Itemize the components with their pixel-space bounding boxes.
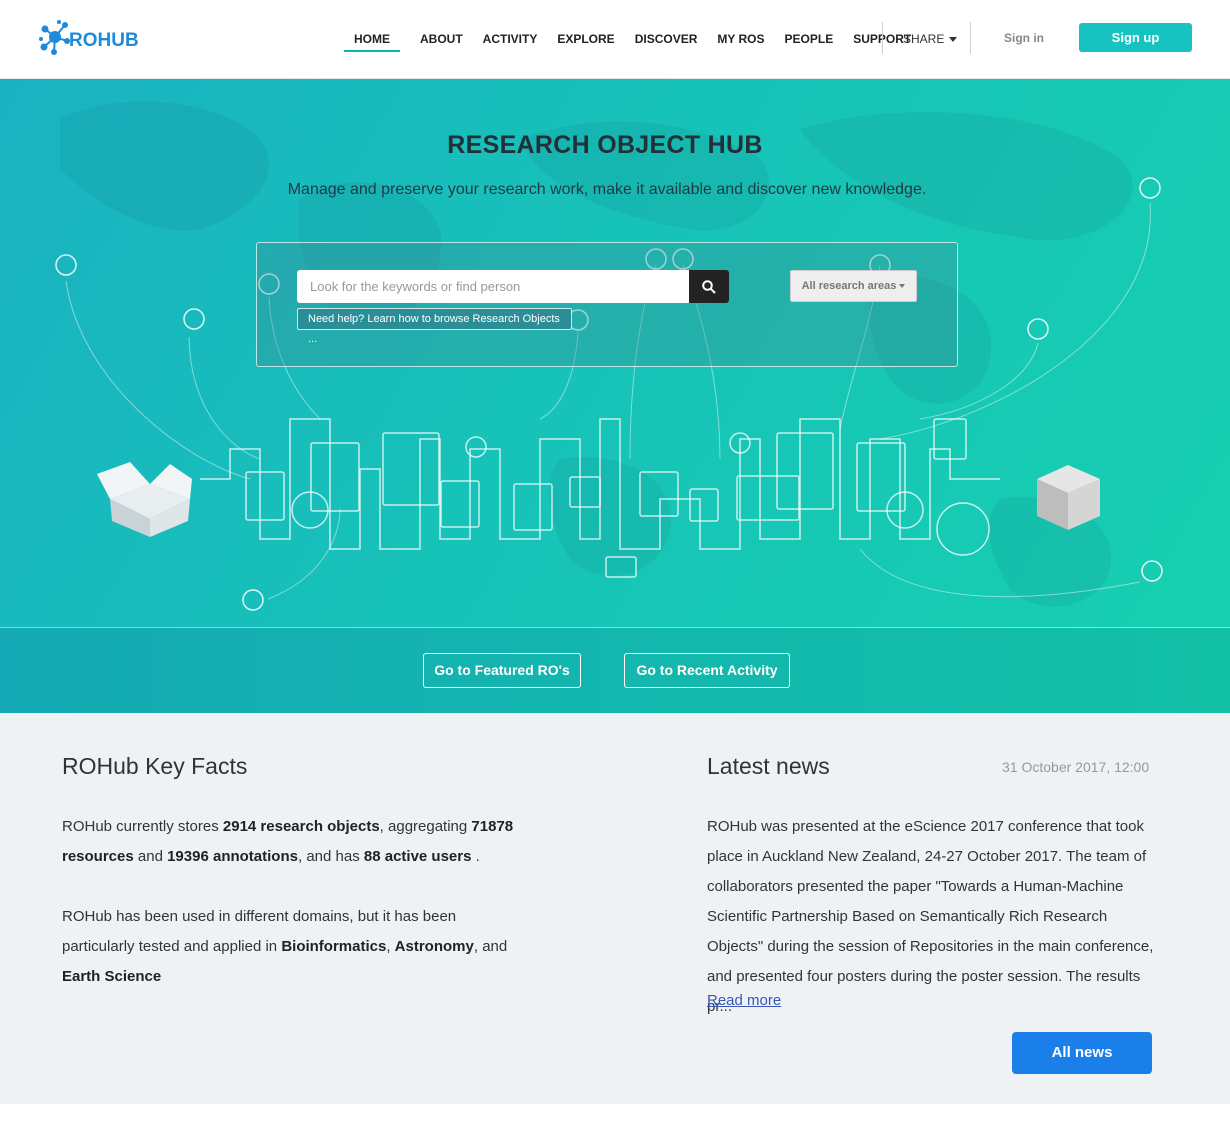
key-facts-domains: ROHub has been used in different domains… [62,902,522,992]
latest-news-title: Latest news [707,753,830,779]
featured-ros-button[interactable]: Go to Featured RO's [423,653,581,688]
nav-activity[interactable]: ACTIVITY [483,0,538,78]
domain-astronomy: Astronomy [394,938,474,955]
top-header: ROHUB HOME ABOUT ACTIVITY EXPLORE DISCOV… [0,0,1230,79]
facts-text: , and has [297,848,364,865]
main-nav: HOME ABOUT ACTIVITY EXPLORE DISCOVER MY … [344,0,931,78]
nav-home[interactable]: HOME [344,0,400,78]
caret-down-icon [899,284,906,289]
browse-help-link[interactable]: Need help? Learn how to browse Research … [297,308,572,345]
recent-activity-button[interactable]: Go to Recent Activity [624,653,790,688]
signin-link[interactable]: Sign in [1004,0,1044,78]
facts-text: , aggregating [379,818,472,835]
nav-explore[interactable]: EXPLORE [557,0,614,78]
logo-text: ROHUB [69,30,139,51]
hero-title: RESEARCH OBJECT HUB [447,131,763,159]
facts-text: . [471,848,480,865]
cta-band: Go to Featured RO's Go to Recent Activit… [0,627,1230,713]
share-label: SHARE [903,32,945,46]
rohub-logo[interactable]: ROHUB [37,17,139,59]
signup-button[interactable]: Sign up [1079,23,1192,52]
nav-divider [882,22,883,54]
search-input[interactable]: Look for the keywords or find person [297,270,689,303]
annotations-count: 19396 annotations [167,848,298,865]
nav-divider [970,22,971,54]
domain-earth-science: Earth Science [62,968,162,985]
key-facts-title: ROHub Key Facts [62,753,248,779]
facts-text: and [133,848,168,865]
active-users-count: 88 active users [363,848,472,865]
hero-banner: RESEARCH OBJECT HUB Manage and preserve … [0,79,1230,627]
facts-text: , [386,938,395,955]
search-panel: Look for the keywords or find person Nee… [256,242,958,367]
nav-people[interactable]: PEOPLE [785,0,834,78]
search-button[interactable] [689,270,729,303]
page-bottom [0,1104,1230,1142]
rohub-molecule-icon [39,20,70,55]
nav-my-ros[interactable]: MY ROS [717,0,764,78]
read-more-link[interactable]: Read more [707,992,781,1009]
nav-about[interactable]: ABOUT [420,0,463,78]
news-body: ROHub was presented at the eScience 2017… [707,818,1154,1015]
info-section: ROHub Key Facts ROHub currently stores 2… [0,713,1230,1104]
all-news-button[interactable]: All news [1012,1032,1152,1074]
domain-bioinformatics: Bioinformatics [281,938,387,955]
research-areas-label: All research areas [801,280,897,292]
news-date: 31 October 2017, 12:00 [1002,759,1150,775]
hero-subtitle: Manage and preserve your research work, … [287,181,927,198]
caret-down-icon [949,37,958,43]
facts-text: , and [473,938,508,955]
key-facts-stats: ROHub currently stores 2914 research obj… [62,812,522,872]
research-areas-dropdown[interactable]: All research areas [790,270,917,302]
research-objects-count: 2914 research objects [222,818,380,835]
share-dropdown[interactable]: SHARE [903,0,958,78]
facts-text: ROHub currently stores [62,818,223,835]
nav-discover[interactable]: DISCOVER [635,0,698,78]
search-icon [702,279,716,294]
